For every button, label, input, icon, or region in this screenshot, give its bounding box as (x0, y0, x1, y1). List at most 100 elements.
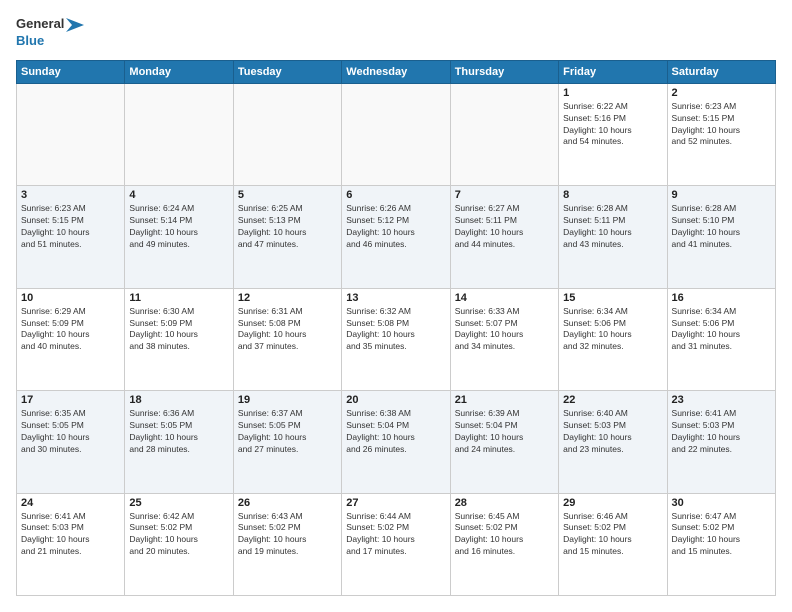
day-info: Sunrise: 6:35 AMSunset: 5:05 PMDaylight:… (21, 408, 120, 456)
day-info: Sunrise: 6:30 AMSunset: 5:09 PMDaylight:… (129, 306, 228, 354)
day-info: Sunrise: 6:44 AMSunset: 5:02 PMDaylight:… (346, 511, 445, 559)
calendar-cell: 27 Sunrise: 6:44 AMSunset: 5:02 PMDayligh… (342, 493, 450, 595)
calendar-cell: 10Sunrise: 6:29 AMSunset: 5:09 PMDayligh… (17, 288, 125, 390)
day-number: 23 (672, 394, 771, 406)
day-number: 11 (129, 292, 228, 304)
weekday-header-row: SundayMondayTuesdayWednesdayThursdayFrid… (17, 60, 776, 83)
day-number: 27 (346, 497, 445, 509)
day-number: 28 (455, 497, 554, 509)
day-info: Sunrise: 6:34 AMSunset: 5:06 PMDaylight:… (672, 306, 771, 354)
calendar-cell: 15 Sunrise: 6:34 AMSunset: 5:06 PMDayligh… (559, 288, 667, 390)
calendar-cell: 13 Sunrise: 6:32 AMSunset: 5:08 PMDayligh… (342, 288, 450, 390)
day-info: Sunrise: 6:26 AMSunset: 5:12 PMDaylight:… (346, 203, 445, 251)
calendar-cell: 25 Sunrise: 6:42 AMSunset: 5:02 PMDayligh… (125, 493, 233, 595)
calendar-cell: 8 Sunrise: 6:28 AMSunset: 5:11 PMDaylight… (559, 186, 667, 288)
day-info: Sunrise: 6:23 AMSunset: 5:15 PMDaylight:… (21, 203, 120, 251)
calendar-cell: 22Sunrise: 6:40 AMSunset: 5:03 PMDayligh… (559, 391, 667, 493)
day-info: Sunrise: 6:36 AMSunset: 5:05 PMDaylight:… (129, 408, 228, 456)
day-number: 5 (238, 189, 337, 201)
calendar-cell (450, 83, 558, 185)
page: General Blue SundayMondayTuesdayWednesda… (0, 0, 792, 612)
day-info: Sunrise: 6:39 AMSunset: 5:04 PMDaylight:… (455, 408, 554, 456)
day-info: Sunrise: 6:32 AMSunset: 5:08 PMDaylight:… (346, 306, 445, 354)
calendar-cell: 28Sunrise: 6:45 AMSunset: 5:02 PMDayligh… (450, 493, 558, 595)
week-row-1: 1Sunrise: 6:22 AMSunset: 5:16 PMDaylight… (17, 83, 776, 185)
day-info: Sunrise: 6:46 AMSunset: 5:02 PMDaylight:… (563, 511, 662, 559)
day-info: Sunrise: 6:37 AMSunset: 5:05 PMDaylight:… (238, 408, 337, 456)
day-number: 9 (672, 189, 771, 201)
day-info: Sunrise: 6:38 AMSunset: 5:04 PMDaylight:… (346, 408, 445, 456)
day-number: 8 (563, 189, 662, 201)
day-number: 7 (455, 189, 554, 201)
day-number: 20 (346, 394, 445, 406)
calendar-cell: 5 Sunrise: 6:25 AMSunset: 5:13 PMDaylight… (233, 186, 341, 288)
day-info: Sunrise: 6:25 AMSunset: 5:13 PMDaylight:… (238, 203, 337, 251)
day-number: 25 (129, 497, 228, 509)
day-number: 12 (238, 292, 337, 304)
day-number: 19 (238, 394, 337, 406)
weekday-header-sunday: Sunday (17, 60, 125, 83)
day-number: 6 (346, 189, 445, 201)
day-number: 15 (563, 292, 662, 304)
day-info: Sunrise: 6:41 AMSunset: 5:03 PMDaylight:… (21, 511, 120, 559)
calendar-cell: 23 Sunrise: 6:41 AMSunset: 5:03 PMDayligh… (667, 391, 775, 493)
calendar-cell: 2Sunrise: 6:23 AMSunset: 5:15 PMDaylight… (667, 83, 775, 185)
header: General Blue (16, 16, 776, 50)
calendar-cell: 14 Sunrise: 6:33 AMSunset: 5:07 PMDayligh… (450, 288, 558, 390)
calendar-cell: 18 Sunrise: 6:36 AMSunset: 5:05 PMDayligh… (125, 391, 233, 493)
day-info: Sunrise: 6:28 AMSunset: 5:10 PMDaylight:… (672, 203, 771, 251)
day-number: 17 (21, 394, 120, 406)
calendar-cell: 12Sunrise: 6:31 AMSunset: 5:08 PMDayligh… (233, 288, 341, 390)
calendar-cell: 21 Sunrise: 6:39 AMSunset: 5:04 PMDayligh… (450, 391, 558, 493)
calendar-cell (17, 83, 125, 185)
day-info: Sunrise: 6:41 AMSunset: 5:03 PMDaylight:… (672, 408, 771, 456)
day-info: Sunrise: 6:29 AMSunset: 5:09 PMDaylight:… (21, 306, 120, 354)
calendar-cell: 24 Sunrise: 6:41 AMSunset: 5:03 PMDayligh… (17, 493, 125, 595)
calendar-cell: 6 Sunrise: 6:26 AMSunset: 5:12 PMDaylight… (342, 186, 450, 288)
day-number: 13 (346, 292, 445, 304)
week-row-2: 3 Sunrise: 6:23 AMSunset: 5:15 PMDaylight… (17, 186, 776, 288)
day-number: 24 (21, 497, 120, 509)
calendar-cell: 29Sunrise: 6:46 AMSunset: 5:02 PMDayligh… (559, 493, 667, 595)
day-info: Sunrise: 6:27 AMSunset: 5:11 PMDaylight:… (455, 203, 554, 251)
day-info: Sunrise: 6:28 AMSunset: 5:11 PMDaylight:… (563, 203, 662, 251)
day-info: Sunrise: 6:33 AMSunset: 5:07 PMDaylight:… (455, 306, 554, 354)
calendar-cell: 30 Sunrise: 6:47 AMSunset: 5:02 PMDayligh… (667, 493, 775, 595)
calendar-cell: 17 Sunrise: 6:35 AMSunset: 5:05 PMDayligh… (17, 391, 125, 493)
day-number: 26 (238, 497, 337, 509)
weekday-header-saturday: Saturday (667, 60, 775, 83)
day-info: Sunrise: 6:42 AMSunset: 5:02 PMDaylight:… (129, 511, 228, 559)
calendar-cell: 4 Sunrise: 6:24 AMSunset: 5:14 PMDaylight… (125, 186, 233, 288)
calendar-cell: 3 Sunrise: 6:23 AMSunset: 5:15 PMDaylight… (17, 186, 125, 288)
calendar-cell (125, 83, 233, 185)
weekday-header-tuesday: Tuesday (233, 60, 341, 83)
day-number: 22 (563, 394, 662, 406)
logo-text: General Blue (16, 16, 84, 50)
weekday-header-monday: Monday (125, 60, 233, 83)
day-info: Sunrise: 6:34 AMSunset: 5:06 PMDaylight:… (563, 306, 662, 354)
calendar-cell: 9 Sunrise: 6:28 AMSunset: 5:10 PMDaylight… (667, 186, 775, 288)
day-number: 4 (129, 189, 228, 201)
calendar-cell (342, 83, 450, 185)
day-number: 16 (672, 292, 771, 304)
calendar-cell: 16 Sunrise: 6:34 AMSunset: 5:06 PMDayligh… (667, 288, 775, 390)
day-number: 14 (455, 292, 554, 304)
calendar-cell: 20 Sunrise: 6:38 AMSunset: 5:04 PMDayligh… (342, 391, 450, 493)
weekday-header-thursday: Thursday (450, 60, 558, 83)
weekday-header-friday: Friday (559, 60, 667, 83)
day-number: 18 (129, 394, 228, 406)
calendar-cell: 19 Sunrise: 6:37 AMSunset: 5:05 PMDayligh… (233, 391, 341, 493)
day-number: 3 (21, 189, 120, 201)
calendar-cell: 1Sunrise: 6:22 AMSunset: 5:16 PMDaylight… (559, 83, 667, 185)
day-info: Sunrise: 6:47 AMSunset: 5:02 PMDaylight:… (672, 511, 771, 559)
week-row-3: 10Sunrise: 6:29 AMSunset: 5:09 PMDayligh… (17, 288, 776, 390)
day-number: 30 (672, 497, 771, 509)
calendar-cell (233, 83, 341, 185)
week-row-5: 24 Sunrise: 6:41 AMSunset: 5:03 PMDayligh… (17, 493, 776, 595)
weekday-header-wednesday: Wednesday (342, 60, 450, 83)
day-number: 21 (455, 394, 554, 406)
day-info: Sunrise: 6:24 AMSunset: 5:14 PMDaylight:… (129, 203, 228, 251)
day-info: Sunrise: 6:43 AMSunset: 5:02 PMDaylight:… (238, 511, 337, 559)
calendar-table: SundayMondayTuesdayWednesdayThursdayFrid… (16, 60, 776, 596)
day-number: 2 (672, 87, 771, 99)
